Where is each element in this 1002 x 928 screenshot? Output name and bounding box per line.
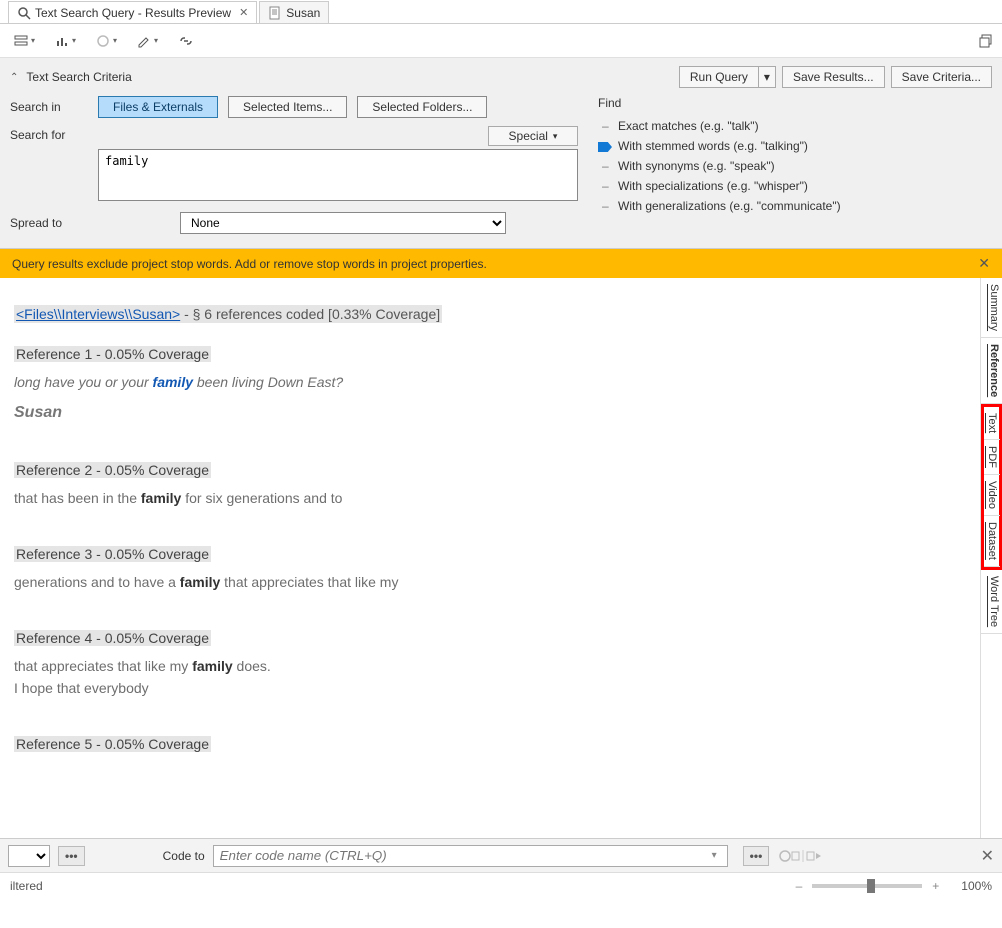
reference-heading: Reference 5 - 0.05% Coverage [14, 736, 211, 752]
chevron-down-icon: ▾ [113, 36, 117, 45]
zoom-level: 100% [961, 879, 992, 893]
bars-dropdown[interactable]: ▾ [49, 30, 82, 52]
chevron-down-icon: ▾ [553, 131, 558, 142]
stop-words-warning: Query results exclude project stop words… [0, 249, 1002, 278]
save-criteria-button[interactable]: Save Criteria... [891, 66, 992, 88]
filtered-status: iltered [10, 879, 43, 893]
close-icon[interactable]: ✕ [981, 846, 994, 866]
zoom-in-icon[interactable]: + [932, 879, 939, 893]
ellipsis-button[interactable]: ••• [58, 846, 85, 866]
highlighted-tab-group: Text PDF Video Dataset [981, 404, 1002, 570]
search-term: family [141, 490, 181, 506]
special-label: Special [509, 129, 548, 143]
side-tab-dataset[interactable]: Dataset [984, 516, 1000, 567]
circle-dropdown[interactable]: ▾ [90, 30, 123, 52]
close-icon[interactable]: ✕ [239, 6, 248, 19]
search-criteria-panel: ⌃ Text Search Criteria Run Query ▾ Save … [0, 58, 1002, 249]
find-option-stemmed[interactable]: With stemmed words (e.g. "talking") [598, 136, 992, 156]
reference-text: long have you or your family been living… [14, 374, 966, 390]
search-for-input[interactable]: family [98, 149, 578, 201]
reference-heading: Reference 4 - 0.05% Coverage [14, 630, 211, 646]
chevron-down-icon: ▾ [31, 36, 35, 45]
run-query-button[interactable]: Run Query ▾ [679, 66, 776, 88]
reference-heading: Reference 2 - 0.05% Coverage [14, 462, 211, 478]
side-tab-video[interactable]: Video [984, 475, 1000, 516]
search-term: family [192, 658, 232, 674]
zoom-out-icon[interactable]: – [796, 879, 803, 893]
find-label: Find [598, 96, 992, 110]
run-query-dropdown[interactable]: ▾ [759, 66, 776, 88]
save-results-button[interactable]: Save Results... [782, 66, 885, 88]
side-tab-summary[interactable]: Summary [981, 278, 1002, 338]
find-option-specializations[interactable]: With specializations (e.g. "whisper") [598, 176, 992, 196]
side-tabs: Summary Reference Text PDF Video Dataset… [980, 278, 1002, 838]
chevron-down-icon[interactable]: ▾ [712, 850, 717, 861]
coding-bar: ••• Code to ▾ ••• ✕ [0, 838, 1002, 872]
tab-text-search-results[interactable]: Text Search Query - Results Preview ✕ [8, 1, 257, 23]
special-dropdown[interactable]: Special ▾ [488, 126, 578, 146]
find-option-synonyms[interactable]: With synonyms (e.g. "speak") [598, 156, 992, 176]
collapse-chevron-icon[interactable]: ⌃ [10, 72, 18, 83]
search-term: family [180, 574, 220, 590]
speaker-name: Susan [14, 404, 966, 422]
scope-selected-items[interactable]: Selected Items... [228, 96, 347, 118]
status-bar: iltered – + 100% [0, 872, 1002, 898]
side-tab-reference[interactable]: Reference [981, 338, 1002, 404]
source-line: <Files\\Interviews\\Susan> - § 6 referen… [14, 305, 442, 323]
results-pane[interactable]: <Files\\Interviews\\Susan> - § 6 referen… [0, 278, 980, 838]
search-in-label: Search in [10, 100, 88, 114]
code-name-input[interactable] [213, 845, 728, 867]
ellipsis-button[interactable]: ••• [743, 846, 770, 866]
find-options-list: Exact matches (e.g. "talk") With stemmed… [598, 116, 992, 216]
spread-to-label: Spread to [10, 216, 170, 230]
side-tab-word-tree[interactable]: Word Tree [981, 570, 1002, 634]
scope-files-externals[interactable]: Files & Externals [98, 96, 218, 118]
scope-selected-folders[interactable]: Selected Folders... [357, 96, 487, 118]
reference-text: that appreciates that like my family doe… [14, 658, 966, 674]
code-to-label: Code to [163, 849, 205, 863]
side-tab-text[interactable]: Text [984, 407, 1000, 440]
zoom-thumb[interactable] [867, 879, 875, 893]
reference-heading: Reference 1 - 0.05% Coverage [14, 346, 211, 362]
zoom-slider[interactable] [812, 884, 922, 888]
reference-text: that has been in the family for six gene… [14, 490, 966, 506]
criteria-title: Text Search Criteria [26, 70, 131, 84]
source-suffix: - § 6 references coded [0.33% Coverage] [180, 306, 440, 322]
highlight-dropdown[interactable]: ▾ [131, 30, 164, 52]
layout-dropdown[interactable]: ▾ [8, 30, 41, 52]
editor-toolbar: ▾ ▾ ▾ ▾ [0, 24, 1002, 58]
restore-window-icon[interactable] [978, 33, 994, 49]
reference-text: generations and to have a family that ap… [14, 574, 966, 590]
tab-label: Text Search Query - Results Preview [35, 6, 231, 20]
close-icon[interactable]: ✕ [978, 255, 990, 272]
tab-susan[interactable]: Susan [259, 1, 329, 23]
search-term: family [153, 374, 193, 390]
run-query-label[interactable]: Run Query [679, 66, 759, 88]
search-icon [17, 6, 31, 20]
code-action-icons [777, 847, 823, 865]
document-tabs: Text Search Query - Results Preview ✕ Su… [0, 0, 1002, 24]
document-icon [268, 6, 282, 20]
search-for-label: Search for [10, 126, 88, 142]
reference-text-extra: I hope that everybody [14, 680, 966, 696]
source-link[interactable]: <Files\\Interviews\\Susan> [16, 306, 180, 322]
find-option-exact[interactable]: Exact matches (e.g. "talk") [598, 116, 992, 136]
spread-to-select[interactable]: None [180, 212, 506, 234]
tab-label: Susan [286, 6, 320, 20]
code-select[interactable] [8, 845, 50, 867]
code-apply-icon[interactable] [777, 847, 823, 865]
link-button[interactable] [172, 30, 200, 52]
find-option-generalizations[interactable]: With generalizations (e.g. "communicate"… [598, 196, 992, 216]
chevron-down-icon: ▾ [72, 36, 76, 45]
warning-text: Query results exclude project stop words… [12, 257, 487, 271]
chevron-down-icon: ▾ [154, 36, 158, 45]
reference-heading: Reference 3 - 0.05% Coverage [14, 546, 211, 562]
side-tab-pdf[interactable]: PDF [984, 440, 1000, 475]
